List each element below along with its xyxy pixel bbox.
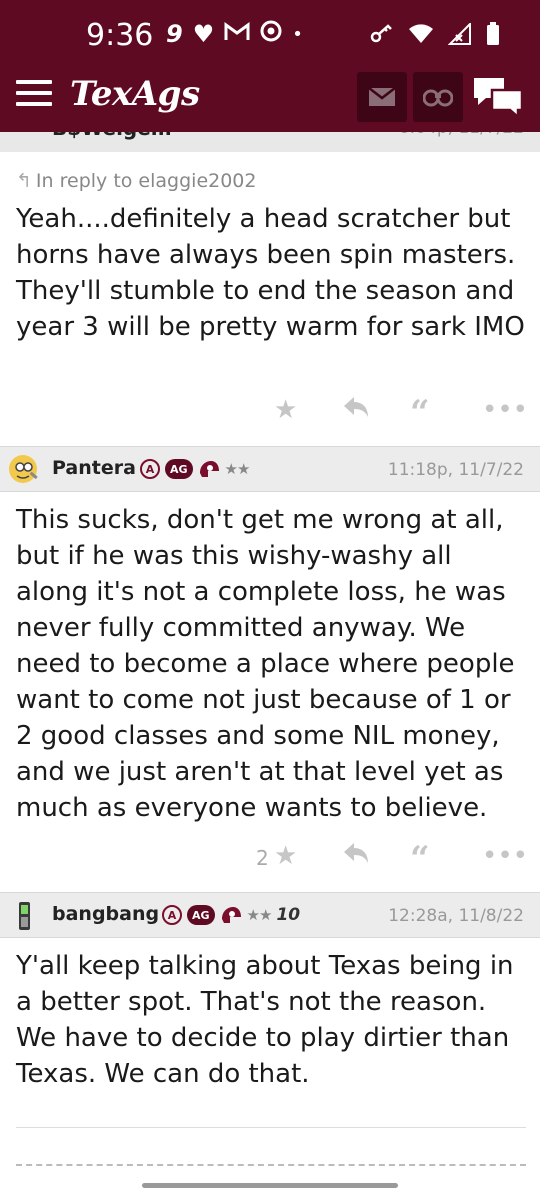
like-count: 2 — [256, 846, 269, 870]
messages-button[interactable] — [357, 72, 407, 122]
more-icon[interactable]: ••• — [482, 841, 528, 871]
avatar[interactable] — [8, 900, 40, 932]
key-icon — [370, 24, 394, 50]
top-bar: 9:36 9 ♥ • TexAgs — [0, 0, 540, 132]
more-icon[interactable]: ••• — [482, 395, 528, 425]
a-badge: A — [140, 459, 160, 479]
app-9-icon: 9 — [166, 20, 183, 48]
reply-reference[interactable]: ↰ In reply to elaggie2002 — [16, 170, 256, 192]
ag-badge: AG — [165, 459, 193, 479]
a-badge: A — [162, 905, 182, 925]
quote-icon[interactable]: “ — [410, 839, 430, 879]
notification-icons: 9 ♥ • — [166, 20, 303, 48]
reply-icon[interactable] — [342, 841, 370, 872]
reply-to-label: In reply to elaggie2002 — [35, 170, 257, 192]
status-time: 9:36 — [86, 18, 154, 53]
post-body: This sucks, don't get me wrong at all, b… — [16, 505, 515, 823]
post-body: Y'all keep talking about Texas being in … — [16, 951, 514, 1089]
watchlist-button[interactable] — [413, 72, 463, 122]
chat-button[interactable] — [472, 74, 524, 120]
app-header: TexAgs — [0, 70, 540, 126]
helmet-icon — [220, 905, 242, 925]
post-timestamp: 11:18p, 11/7/22 — [387, 460, 524, 480]
post-username[interactable]: bangbang — [52, 903, 159, 925]
app-screen: 9:36 9 ♥ • TexAgs ↰ In reply to elaggie2… — [0, 0, 540, 1200]
post-username[interactable]: Pantera — [52, 457, 136, 479]
user-badges: A AG ★★ — [140, 459, 251, 479]
heart-icon: ♥ — [192, 20, 215, 48]
signal-icon — [447, 21, 472, 51]
texags-logo[interactable]: TexAgs — [70, 74, 200, 114]
stars-badge: ★★ — [246, 906, 273, 924]
helmet-icon — [198, 459, 220, 479]
dot-icon: • — [292, 23, 303, 45]
reply-icon[interactable] — [342, 395, 370, 426]
envelope-icon — [368, 87, 396, 106]
user-badges: A AG ★★ 10 — [162, 905, 300, 925]
post-timestamp: 12:28a, 11/8/22 — [388, 906, 524, 926]
chat-bubbles-icon — [474, 78, 524, 120]
post-feed[interactable]: B$Weigem 6:04p, 11/7/22 ↰In reply to ela… — [0, 110, 540, 1200]
chrome-icon — [260, 20, 282, 48]
menu-icon[interactable] — [16, 80, 52, 110]
post-divider — [16, 1127, 526, 1128]
dashed-separator — [16, 1164, 526, 1166]
status-bar: 9:36 9 ♥ • — [0, 18, 540, 58]
battery-icon — [486, 22, 500, 52]
system-icons — [370, 21, 500, 52]
binoculars-icon — [423, 89, 453, 107]
avatar[interactable] — [8, 454, 40, 486]
post-body: Yeah....definitely a head scratcher but … — [16, 204, 525, 342]
wifi-icon — [408, 24, 434, 50]
reply-arrow-icon: ↰ — [16, 170, 32, 192]
post-header: Pantera A AG ★★ 11:18p, 11/7/22 — [0, 446, 540, 492]
stars-badge: ★★ — [224, 460, 251, 478]
ag-badge: AG — [187, 905, 215, 925]
post-header: bangbang A AG ★★ 10 12:28a, 11/8/22 — [0, 892, 540, 938]
ten-badge: 10 — [276, 905, 301, 925]
post-actions: 2 ★ “ ••• — [0, 839, 540, 881]
star-icon[interactable]: ★ — [274, 395, 297, 425]
quote-icon[interactable]: “ — [410, 393, 430, 433]
gmail-icon — [224, 20, 250, 48]
post-actions: ★ “ ••• — [0, 393, 540, 435]
star-icon[interactable]: ★ — [274, 841, 297, 871]
home-indicator[interactable] — [142, 1183, 398, 1188]
